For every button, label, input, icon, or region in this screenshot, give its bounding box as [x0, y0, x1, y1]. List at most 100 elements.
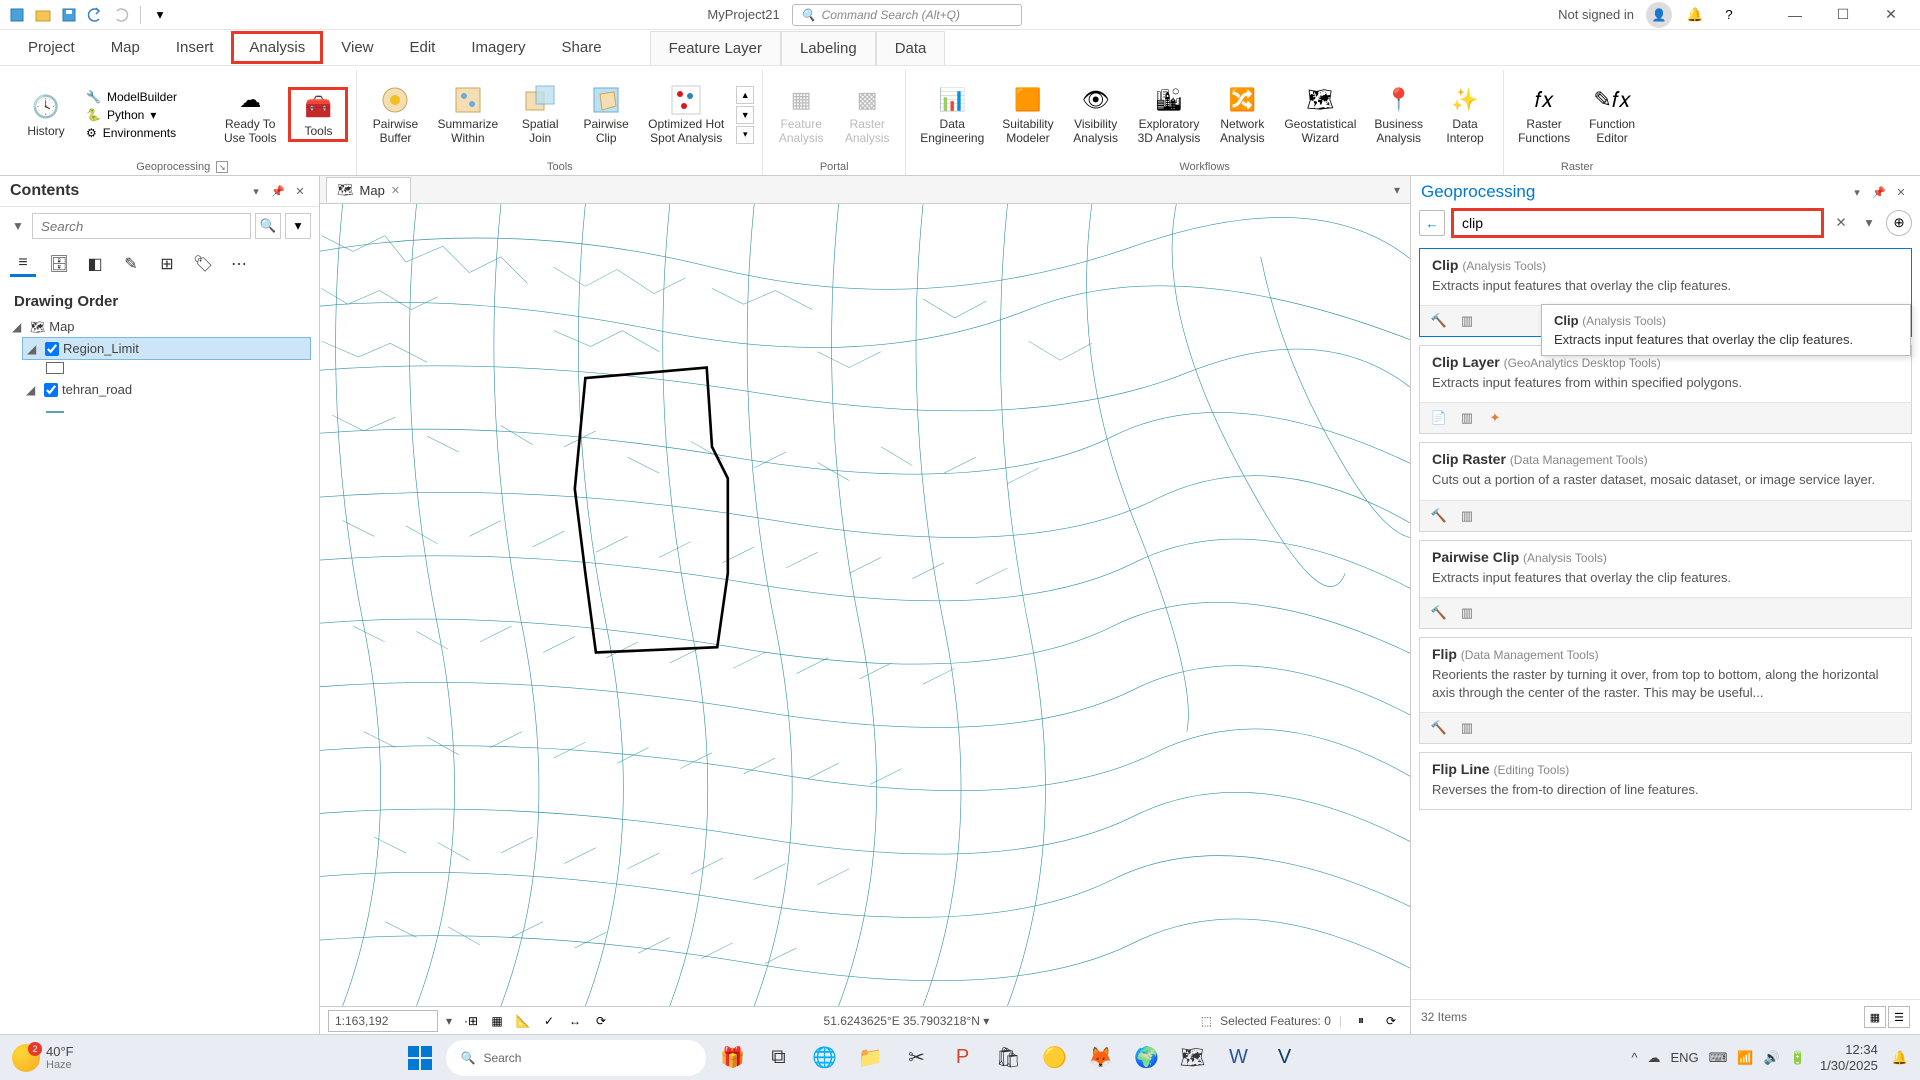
- gallery-up-icon[interactable]: ▲: [736, 86, 754, 104]
- tools-button[interactable]: 🧰 Tools: [288, 87, 348, 142]
- gallery-down-icon[interactable]: ▼: [736, 106, 754, 124]
- pane-pin-icon[interactable]: 📌: [269, 182, 287, 200]
- spatial-join-button[interactable]: Spatial Join: [510, 80, 570, 148]
- expander-icon[interactable]: ◢: [27, 342, 41, 356]
- gp-result-pairwise-clip[interactable]: Pairwise Clip (Analysis Tools) Extracts …: [1419, 540, 1912, 629]
- tb-app-word[interactable]: W: [1218, 1038, 1258, 1078]
- pane-menu-icon[interactable]: ▾: [247, 182, 265, 200]
- tab-insert[interactable]: Insert: [158, 31, 232, 64]
- expander-icon[interactable]: ◢: [12, 320, 26, 334]
- tb-app-chrome[interactable]: 🟡: [1034, 1038, 1074, 1078]
- contents-search-input[interactable]: [32, 213, 251, 239]
- contents-search-button[interactable]: 🔍: [255, 213, 281, 239]
- signed-in-label[interactable]: Not signed in: [1558, 7, 1634, 22]
- qat-dropdown-icon[interactable]: ▾: [149, 4, 171, 26]
- tb-app-firefox[interactable]: 🦊: [1080, 1038, 1120, 1078]
- undo-icon[interactable]: [84, 4, 106, 26]
- list-by-source-icon[interactable]: 🗄: [46, 251, 72, 277]
- pane-close-icon[interactable]: ✕: [1892, 183, 1910, 201]
- function-editor-button[interactable]: ✎𝑓𝑥Function Editor: [1582, 80, 1642, 148]
- toc-map-node[interactable]: ◢ 🗺 Map: [8, 316, 311, 337]
- list-view-icon[interactable]: ☰: [1888, 1006, 1910, 1028]
- taskbar-clock[interactable]: 12:34 1/30/2025: [1820, 1042, 1878, 1073]
- tab-project[interactable]: Project: [10, 31, 93, 64]
- snapping-icon[interactable]: ·⊞: [460, 1010, 482, 1032]
- list-by-selection-icon[interactable]: ◧: [82, 251, 108, 277]
- inference-icon[interactable]: ↔: [564, 1010, 586, 1032]
- pause-drawing-icon[interactable]: ⏸: [1350, 1010, 1372, 1032]
- close-icon[interactable]: ✕: [391, 184, 400, 197]
- tab-feature-layer[interactable]: Feature Layer: [650, 31, 781, 65]
- command-search[interactable]: 🔍 Command Search (Alt+Q): [792, 4, 1022, 26]
- help-icon[interactable]: ?: [1718, 4, 1740, 26]
- list-by-drawing-order-icon[interactable]: ≡: [10, 251, 36, 277]
- back-button[interactable]: ←: [1419, 210, 1445, 236]
- refresh-icon[interactable]: ⟳: [1380, 1010, 1402, 1032]
- save-icon[interactable]: [58, 4, 80, 26]
- tab-imagery[interactable]: Imagery: [453, 31, 543, 64]
- gp-result-clip-layer[interactable]: Clip Layer (GeoAnalytics Desktop Tools) …: [1419, 345, 1912, 434]
- dynamic-icon[interactable]: ⟳: [590, 1010, 612, 1032]
- gp-result-clip-raster[interactable]: Clip Raster (Data Management Tools) Cuts…: [1419, 442, 1912, 531]
- gp-result-flip[interactable]: Flip (Data Management Tools) Reorients t…: [1419, 637, 1912, 744]
- environments-button[interactable]: ⚙Environments: [82, 124, 212, 142]
- tray-input-icon[interactable]: ⌨: [1709, 1050, 1728, 1066]
- tb-app-taskview[interactable]: ⧉: [758, 1038, 798, 1078]
- tab-data[interactable]: Data: [876, 31, 946, 65]
- tab-share[interactable]: Share: [544, 31, 620, 64]
- toc-layer-region[interactable]: ◢ Region_Limit: [22, 337, 311, 360]
- filter-icon[interactable]: ▼: [8, 213, 28, 239]
- tb-app-v[interactable]: V: [1264, 1038, 1304, 1078]
- tab-edit[interactable]: Edit: [392, 31, 454, 64]
- minimize-button[interactable]: —: [1772, 0, 1818, 30]
- grid-icon[interactable]: ▦: [486, 1010, 508, 1032]
- notifications-icon[interactable]: 🔔: [1684, 4, 1706, 26]
- grid-view-icon[interactable]: ▦: [1864, 1006, 1886, 1028]
- geostat-button[interactable]: 🗺Geostatistical Wizard: [1278, 80, 1362, 148]
- tray-lang[interactable]: ENG: [1670, 1050, 1698, 1065]
- tb-app-snip[interactable]: ✂: [896, 1038, 936, 1078]
- map-tab[interactable]: 🗺 Map ✕: [326, 177, 411, 202]
- expander-icon[interactable]: ◢: [26, 383, 40, 397]
- modelbuilder-button[interactable]: 🔧ModelBuilder: [82, 88, 212, 106]
- maximize-button[interactable]: ☐: [1820, 0, 1866, 30]
- start-button[interactable]: [400, 1038, 440, 1078]
- map-view-dropdown[interactable]: ▾: [1390, 179, 1404, 201]
- taskbar-search[interactable]: 🔍Search: [446, 1040, 706, 1076]
- list-by-editing-icon[interactable]: ✎: [118, 251, 144, 277]
- tab-map[interactable]: Map: [93, 31, 158, 64]
- tb-app-arcgis[interactable]: 🗺: [1172, 1038, 1212, 1078]
- coords-dd[interactable]: ▾: [983, 1014, 989, 1028]
- network-button[interactable]: 🔀Network Analysis: [1212, 80, 1272, 148]
- tb-app-ppt[interactable]: P: [942, 1038, 982, 1078]
- toc-layer-tehran[interactable]: ◢ tehran_road: [22, 379, 311, 400]
- suitability-button[interactable]: 🟧Suitability Modeler: [996, 80, 1059, 148]
- tray-volume-icon[interactable]: 🔊: [1764, 1050, 1780, 1066]
- clear-search-icon[interactable]: ✕: [1830, 215, 1852, 231]
- hot-spot-button[interactable]: Optimized Hot Spot Analysis: [642, 80, 730, 148]
- raster-functions-button[interactable]: 𝑓𝑥Raster Functions: [1512, 80, 1576, 148]
- new-project-icon[interactable]: [6, 4, 28, 26]
- tab-analysis[interactable]: Analysis: [231, 31, 323, 64]
- tb-app-store[interactable]: 🛍: [988, 1038, 1028, 1078]
- history-button[interactable]: 🕓 History: [16, 87, 76, 142]
- dialog-launcher-icon[interactable]: ↘: [216, 161, 228, 173]
- list-by-snapping-icon[interactable]: ⊞: [154, 251, 180, 277]
- redo-icon[interactable]: [110, 4, 132, 26]
- pairwise-buffer-button[interactable]: Pairwise Buffer: [365, 80, 425, 148]
- interop-button[interactable]: ✨Data Interop: [1435, 80, 1495, 148]
- tb-app-edge[interactable]: 🌐: [804, 1038, 844, 1078]
- gp-search-input[interactable]: [1454, 215, 1821, 231]
- pane-pin-icon[interactable]: 📌: [1870, 183, 1888, 201]
- weather-widget[interactable]: 2 40°F Haze: [12, 1044, 74, 1072]
- gp-result-flip-line[interactable]: Flip Line (Editing Tools) Reverses the f…: [1419, 752, 1912, 810]
- list-by-labeling-icon[interactable]: 🏷: [190, 251, 216, 277]
- tray-battery-icon[interactable]: 🔋: [1790, 1050, 1806, 1066]
- pairwise-clip-button[interactable]: Pairwise Clip: [576, 80, 636, 148]
- python-button[interactable]: 🐍Python ▾: [82, 106, 212, 124]
- pane-menu-icon[interactable]: ▾: [1848, 183, 1866, 201]
- tab-labeling[interactable]: Labeling: [781, 31, 876, 65]
- toc-more-icon[interactable]: ⋯: [226, 251, 252, 277]
- corrections-icon[interactable]: ✓: [538, 1010, 560, 1032]
- constraints-icon[interactable]: 📐: [512, 1010, 534, 1032]
